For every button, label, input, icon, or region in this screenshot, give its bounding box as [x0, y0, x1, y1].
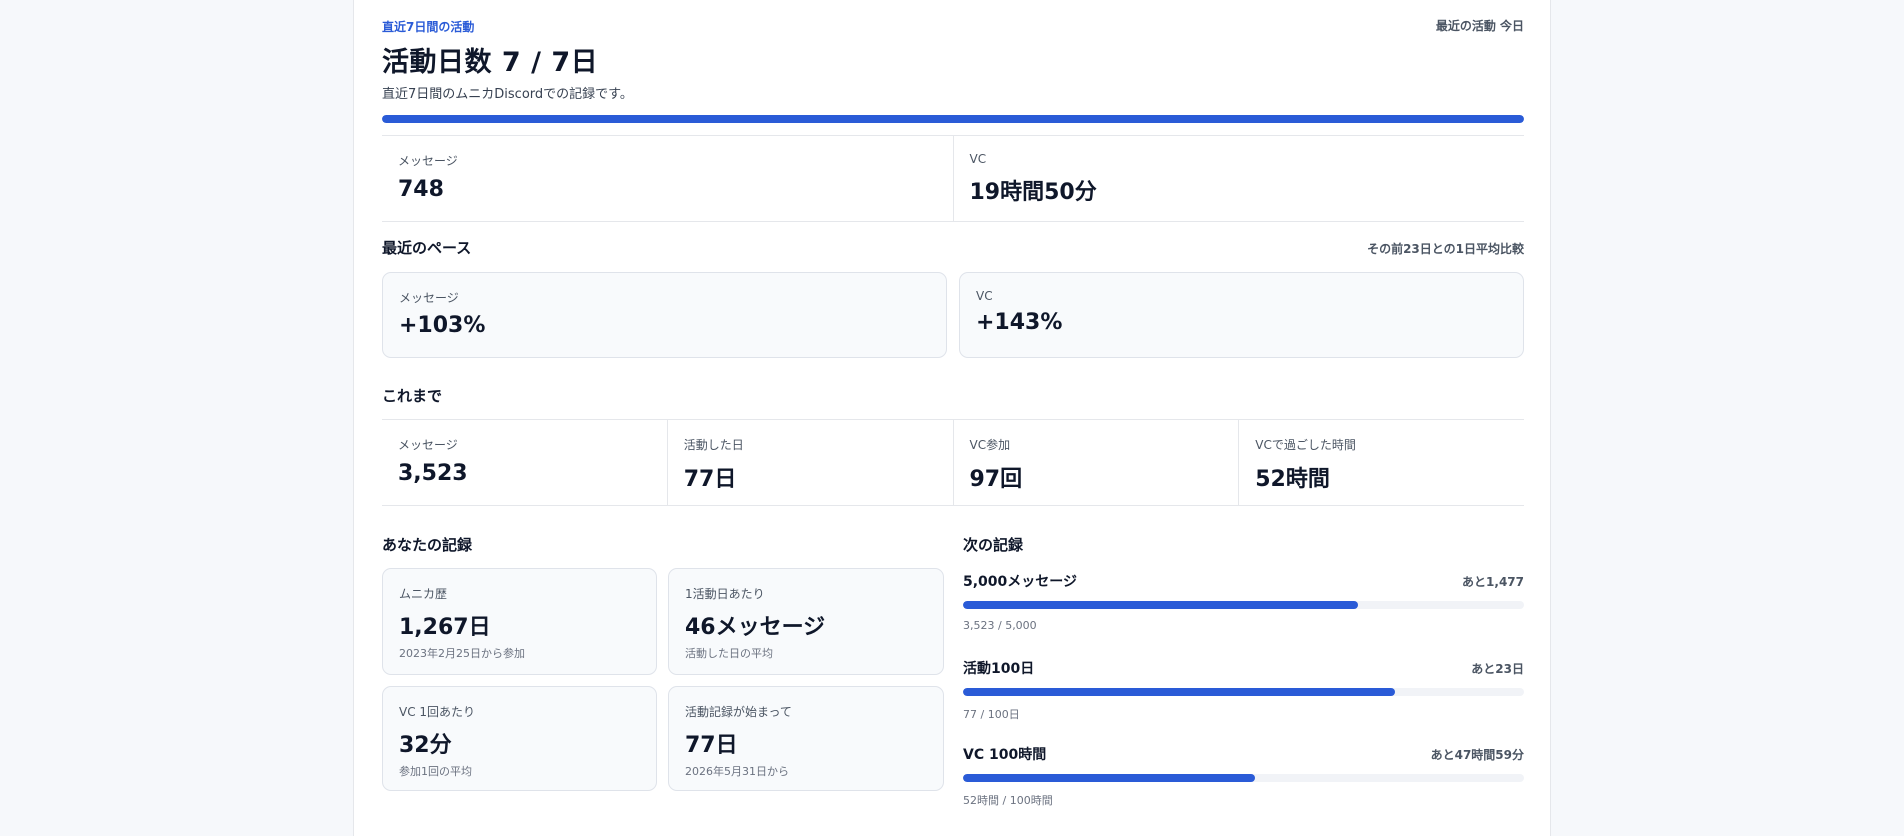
goal-progress-text: 3,523 / 5,000: [963, 619, 1037, 632]
pace-box-messages: メッセージ +103%: [382, 272, 947, 358]
box-label: VC 1回あたり: [399, 705, 476, 719]
goal-progress-bar: [963, 601, 1524, 609]
pace-title: 最近のペース: [382, 239, 472, 257]
record-box-vc-per-session: VC 1回あたり 32分 参加1回の平均: [382, 686, 657, 791]
totals-title: これまで: [382, 387, 443, 405]
box-sub: 参加1回の平均: [399, 765, 472, 778]
box-label: メッセージ: [399, 291, 459, 305]
total-stat-messages: メッセージ 3,523: [382, 420, 667, 505]
goal-messages: 5,000メッセージ あと1,477 3,523 / 5,000: [963, 571, 1524, 632]
goal-progress-bar: [963, 688, 1524, 696]
activity-card: 直近7日間の活動 最近の活動 今日 活動日数 7 / 7日 直近7日間のムニカD…: [353, 0, 1551, 836]
stat-label: 活動した日: [683, 438, 744, 452]
box-label: ムニカ歴: [399, 587, 448, 601]
goal-progress-fill: [963, 774, 1255, 782]
box-label: 活動記録が始まって: [685, 705, 792, 719]
box-value: 1,267日: [399, 615, 491, 640]
week-stat-messages: メッセージ 748: [382, 136, 953, 221]
page-subtitle: 直近7日間のムニカDiscordでの記録です。: [382, 87, 633, 102]
box-sub: 活動した日の平均: [685, 647, 773, 660]
goal-title: VC 100時間: [963, 747, 1047, 763]
goal-title: 5,000メッセージ: [963, 574, 1078, 590]
goal-active-days: 活動100日 あと23日 77 / 100日: [963, 658, 1524, 722]
stat-label: メッセージ: [398, 438, 458, 452]
next-title: 次の記録: [963, 536, 1024, 554]
next-records: 次の記録 5,000メッセージ あと1,477 3,523 / 5,000 活動…: [963, 0, 1524, 836]
goal-remaining: あと23日: [1471, 662, 1524, 676]
goal-progress-fill: [963, 601, 1359, 609]
box-value: 46メッセージ: [685, 615, 826, 640]
goal-progress-bar: [963, 774, 1524, 782]
total-stat-active-days: 活動した日 77日: [666, 420, 953, 505]
record-box-tenure: ムニカ歴 1,267日 2023年2月25日から参加: [382, 568, 657, 675]
goal-progress-text: 77 / 100日: [963, 708, 1020, 721]
goal-vc-hours: VC 100時間 あと47時間59分 52時間 / 100時間: [963, 744, 1524, 808]
stat-value: 77日: [683, 467, 737, 492]
goal-progress-fill: [963, 688, 1395, 696]
goal-title: 活動100日: [963, 661, 1035, 677]
period-eyebrow: 直近7日間の活動: [382, 20, 475, 34]
box-label: 1活動日あたり: [685, 587, 765, 601]
goal-progress-text: 52時間 / 100時間: [963, 794, 1053, 807]
card-content: 直近7日間の活動 最近の活動 今日 活動日数 7 / 7日 直近7日間のムニカD…: [382, 0, 1524, 836]
record-box-since-start: 活動記録が始まって 77日 2026年5月31日から: [668, 686, 944, 791]
records-title: あなたの記録: [382, 536, 473, 554]
stat-label: メッセージ: [398, 154, 458, 168]
stat-value: 748: [398, 177, 444, 202]
box-sub: 2023年2月25日から参加: [399, 647, 525, 660]
box-value: +103%: [399, 313, 486, 338]
stat-value: 3,523: [398, 461, 468, 486]
goal-remaining: あと1,477: [1462, 575, 1524, 589]
box-sub: 2026年5月31日から: [685, 765, 789, 778]
record-box-per-day: 1活動日あたり 46メッセージ 活動した日の平均: [668, 568, 944, 675]
box-value: 77日: [685, 733, 738, 758]
goal-remaining: あと47時間59分: [1430, 748, 1524, 762]
page-title: 活動日数 7 / 7日: [382, 47, 599, 78]
box-value: 32分: [399, 733, 452, 758]
